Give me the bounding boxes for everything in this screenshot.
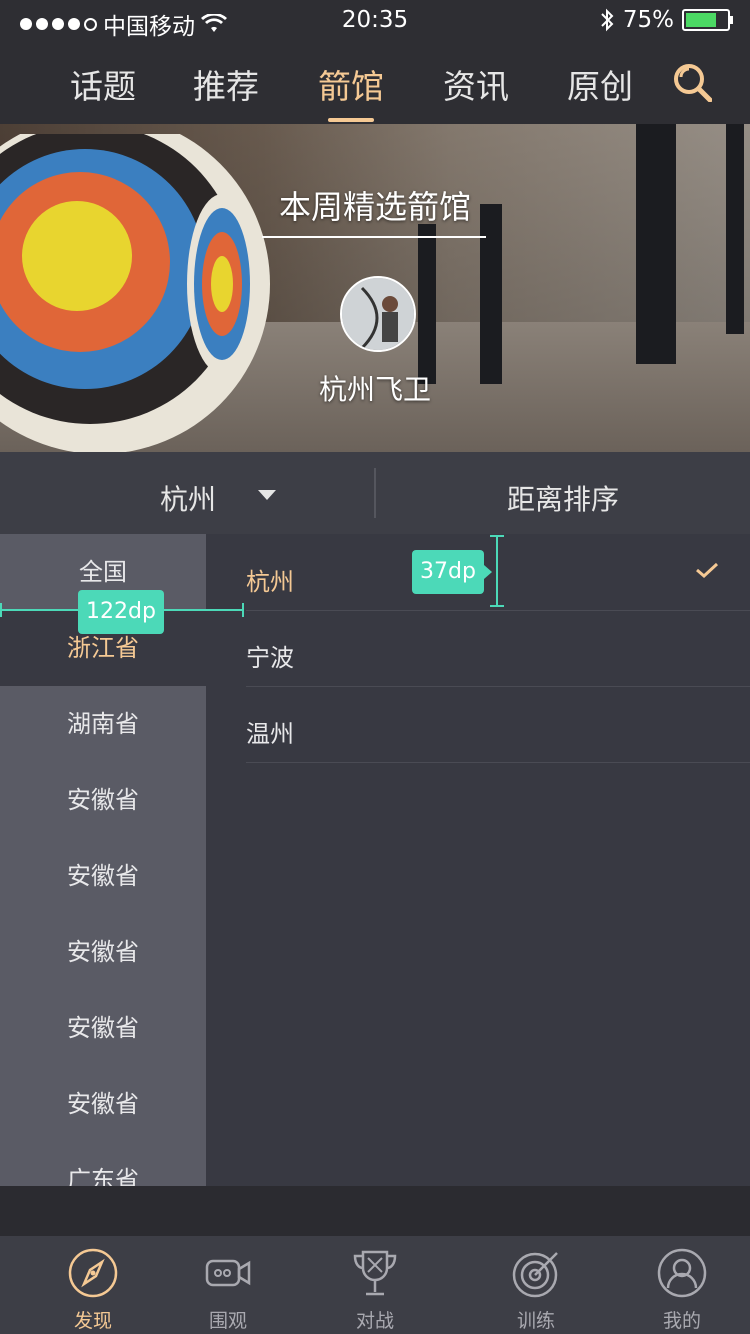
filter-bar: 杭州 距离排序 xyxy=(0,452,750,535)
city-label: 宁波 xyxy=(246,644,294,672)
bluetooth-icon xyxy=(601,8,614,32)
tab-watch[interactable]: 围观 xyxy=(153,1236,303,1334)
province-item[interactable]: 湖南省 xyxy=(0,686,206,762)
tab-label: 我的 xyxy=(662,1310,701,1332)
city-item[interactable]: 宁波 xyxy=(246,610,750,687)
battery-icon xyxy=(682,9,733,31)
banner-title: 本周精选箭馆 xyxy=(278,188,471,226)
tab-original[interactable]: 原创 xyxy=(567,60,633,108)
city-label: 温州 xyxy=(246,720,294,748)
tab-me[interactable]: 我的 xyxy=(607,1236,750,1334)
province-item[interactable]: 安徽省 xyxy=(0,914,206,990)
tab-label: 发现 xyxy=(73,1310,112,1332)
city-filter-label[interactable]: 杭州 xyxy=(160,478,216,518)
tab-label: 对战 xyxy=(355,1310,394,1332)
tab-recommend[interactable]: 推荐 xyxy=(193,60,259,108)
venue-avatar[interactable] xyxy=(340,276,416,352)
tab-battle[interactable]: 对战 xyxy=(300,1236,450,1334)
city-item-selected[interactable]: 杭州 xyxy=(246,534,750,611)
venue-name: 杭州飞卫 xyxy=(318,373,431,406)
tab-discover[interactable]: 发现 xyxy=(18,1236,168,1334)
sort-by-distance[interactable]: 距离排序 xyxy=(376,478,750,518)
city-list: 杭州 宁波 温州 xyxy=(206,534,750,1186)
search-icon[interactable] xyxy=(672,62,712,102)
target-icon xyxy=(512,1252,558,1298)
province-item[interactable]: 安徽省 xyxy=(0,762,206,838)
province-item[interactable]: 广东省 xyxy=(0,1142,206,1186)
province-item[interactable]: 安徽省 xyxy=(0,1066,206,1142)
tab-label: 训练 xyxy=(516,1310,555,1332)
featured-banner[interactable]: 本周精选箭馆 杭州飞卫 xyxy=(0,124,750,452)
battery-percent: 75% xyxy=(622,7,674,33)
bottom-tab-bar: 发现 围观 对战 训练 我的 xyxy=(0,1236,750,1334)
city-label: 杭州 xyxy=(246,568,294,596)
width-annotation-label: 122dp xyxy=(78,590,164,634)
province-item[interactable]: 安徽省 xyxy=(0,838,206,914)
tab-topics[interactable]: 话题 xyxy=(70,60,136,108)
checkmark-icon xyxy=(696,562,719,579)
top-tab-bar: 话题 推荐 箭馆 资讯 原创 xyxy=(0,40,750,124)
province-item[interactable]: 安徽省 xyxy=(0,990,206,1066)
trophy-icon xyxy=(353,1250,397,1296)
video-camera-icon xyxy=(205,1259,251,1287)
tab-archery-halls[interactable]: 箭馆 xyxy=(318,60,384,122)
height-annotation-label: 37dp xyxy=(412,550,492,594)
status-bar: 中国移动 20:35 75% xyxy=(0,0,750,40)
city-item[interactable]: 温州 xyxy=(246,686,750,763)
height-annotation-line xyxy=(490,535,504,607)
tab-label: 围观 xyxy=(208,1310,247,1332)
dropdown-caret-icon[interactable] xyxy=(258,490,276,500)
tab-news[interactable]: 资讯 xyxy=(443,60,509,108)
user-profile-icon xyxy=(657,1248,707,1298)
compass-icon xyxy=(68,1248,118,1298)
list-footer-strip xyxy=(0,1186,750,1236)
tab-training[interactable]: 训练 xyxy=(461,1236,611,1334)
banner-divider xyxy=(262,236,486,238)
